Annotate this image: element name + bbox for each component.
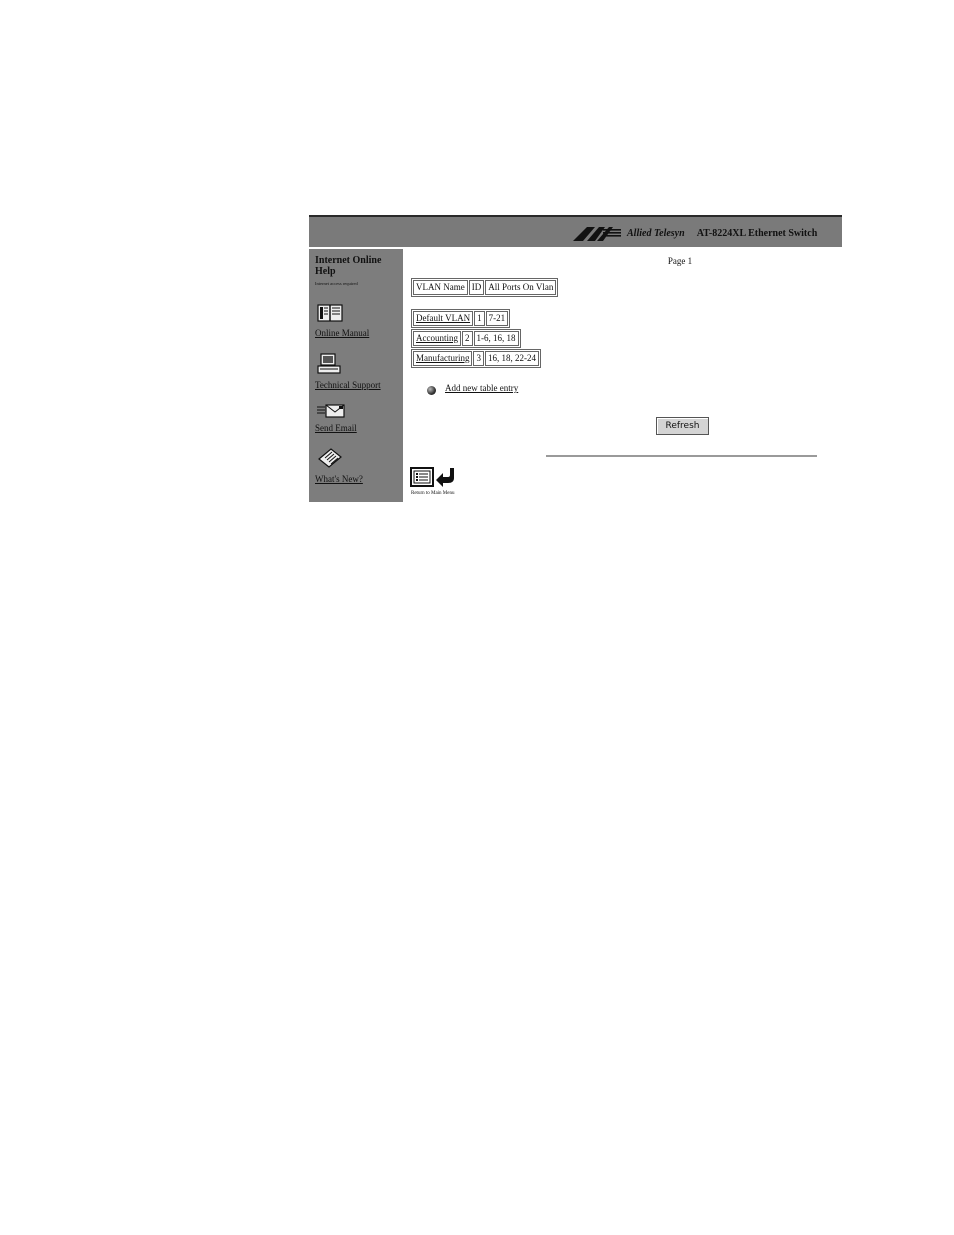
column-header: VLAN Name (413, 280, 468, 295)
refresh-button[interactable]: Refresh (656, 417, 709, 435)
computer-icon[interactable] (317, 353, 341, 375)
table-row: Manufacturing 3 16, 18, 22-24 (411, 349, 541, 368)
column-header: ID (468, 280, 485, 295)
help-title: Internet Online Help (315, 255, 382, 277)
sidebar-item-send-email[interactable]: Send Email (315, 423, 357, 433)
page-label: Page 1 (667, 256, 693, 266)
brand: Allied Telesyn AT-8224XL Ethernet Switch (573, 222, 817, 244)
main-content: Page 1 VLAN Name ID All Ports On Vlan De… (405, 249, 842, 502)
table-row: Default VLAN 1 7-21 (411, 309, 511, 328)
vlan-name-link[interactable]: Manufacturing (413, 351, 473, 366)
bullet-icon (427, 386, 436, 395)
vlan-id: 1 (474, 311, 485, 326)
vlan-name-link[interactable]: Default VLAN (413, 311, 474, 326)
product-name: AT-8224XL Ethernet Switch (696, 227, 818, 239)
sidebar-item-online-manual[interactable]: Online Manual (315, 328, 369, 338)
add-table-entry-link[interactable]: Add new table entry (445, 383, 518, 393)
vlan-id: 2 (462, 331, 473, 346)
browser-screen: Allied Telesyn AT-8224XL Ethernet Switch… (309, 215, 842, 502)
sidebar-item-technical-support[interactable]: Technical Support (315, 380, 381, 390)
sidebar-item-whats-new[interactable]: What's New? (315, 474, 363, 484)
envelope-icon[interactable] (317, 403, 345, 419)
table-row: Accounting 2 1-6, 16, 18 (411, 329, 521, 348)
divider (546, 455, 817, 457)
vlan-name-link[interactable]: Accounting (413, 331, 461, 346)
book-icon[interactable] (317, 303, 343, 323)
vlan-ports: 16, 18, 22-24 (484, 351, 539, 366)
vlan-ports: 1-6, 16, 18 (473, 331, 519, 346)
vlan-table-header: VLAN Name ID All Ports On Vlan (411, 278, 559, 297)
column-header: All Ports On Vlan (485, 280, 557, 295)
vlan-ports: 7-21 (485, 311, 509, 326)
help-subtitle: Internet access required (315, 281, 358, 286)
newspaper-icon[interactable] (317, 447, 343, 469)
allied-telesyn-logo-icon (573, 227, 621, 241)
return-to-menu-icon[interactable] (410, 466, 460, 490)
sidebar: Internet Online Help Internet access req… (309, 249, 403, 502)
header-bar: Allied Telesyn AT-8224XL Ethernet Switch (309, 215, 842, 247)
brand-name: Allied Telesyn (627, 227, 685, 239)
return-to-main-menu-label[interactable]: Return to Main Menu (411, 491, 454, 496)
vlan-id: 3 (473, 351, 484, 366)
